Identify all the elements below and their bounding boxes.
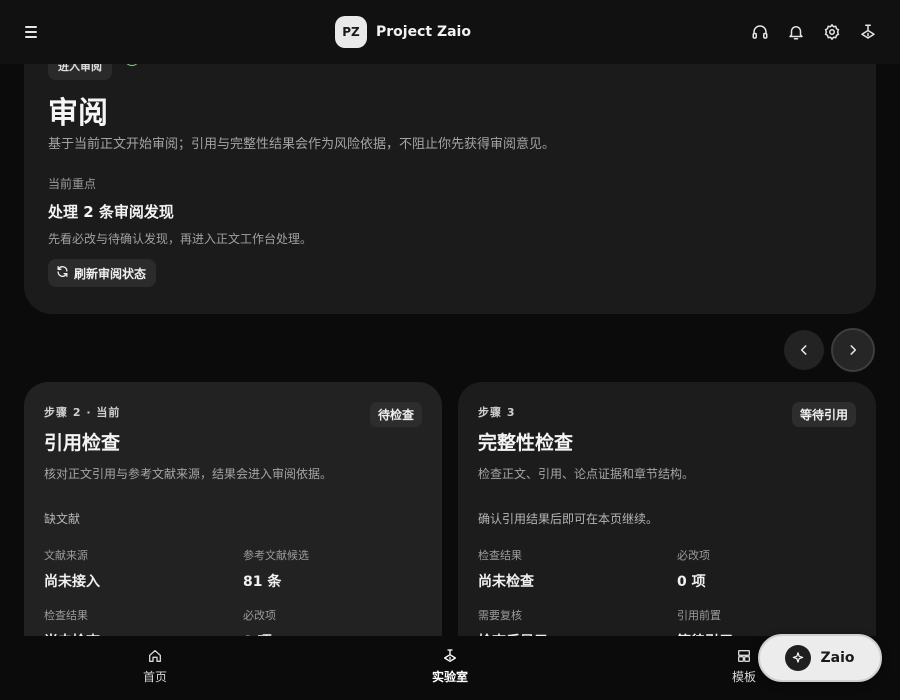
headset-icon[interactable] [750, 22, 770, 42]
stat-candidates: 参考文献候选 81 条 [243, 547, 423, 591]
stat-label: 必改项 [677, 549, 710, 562]
focus-title: 处理 2 条审阅发现 [48, 203, 174, 221]
stat-value: 尚未检查 [478, 574, 534, 590]
zaio-label: Zaio [820, 650, 855, 666]
stat-label: 需要复核 [478, 609, 522, 622]
carousel-next-button[interactable] [831, 328, 875, 372]
step-description: 检查正文、引用、论点证据和章节结构。 [478, 467, 695, 481]
project-avatar: PZ [335, 16, 367, 48]
menu-icon[interactable] [22, 22, 42, 42]
status-badge: 等待引用 [791, 402, 856, 427]
sparkle-icon [785, 645, 812, 671]
carousel-prev-button[interactable] [784, 330, 824, 370]
stat-result: 检查结果 尚未检查 [478, 547, 677, 591]
project-switcher[interactable]: PZ Project Zaio [335, 16, 471, 48]
top-bar: PZ Project Zaio [0, 0, 900, 64]
nav-label: 模板 [731, 670, 756, 684]
chevron-right-icon [850, 345, 857, 355]
step-title: 引用检查 [44, 432, 121, 454]
stat-value: 81 条 [243, 574, 282, 590]
stat-label: 引用前置 [677, 609, 721, 622]
page-title: 审阅 [48, 96, 108, 131]
stat-label: 文献来源 [44, 549, 88, 562]
zaio-assistant-button[interactable]: Zaio [758, 634, 882, 682]
layout-icon [738, 650, 750, 662]
nav-home[interactable]: 首页 [115, 648, 195, 685]
stat-label: 检查结果 [478, 549, 522, 562]
status-badge: 待检查 [369, 402, 422, 427]
nav-label: 实验室 [431, 670, 468, 684]
bell-icon[interactable] [786, 22, 806, 42]
header-actions [750, 22, 878, 42]
step-description: 核对正文引用与参考文献来源，结果会进入审阅依据。 [44, 467, 333, 481]
chevron-left-icon [800, 345, 807, 355]
stat-label: 必改项 [243, 609, 276, 622]
refresh-label: 刷新审阅状态 [74, 266, 147, 281]
nav-lab[interactable]: 实验室 [410, 648, 490, 685]
nav-label: 首页 [142, 670, 167, 684]
lab-flask-icon[interactable] [858, 22, 878, 42]
step-card-citation[interactable]: 步骤 2 · 当前 待检查 引用检查 核对正文引用与参考文献来源，结果会进入审阅… [24, 382, 442, 672]
step-title: 完整性检查 [478, 432, 574, 454]
step-note: 确认引用结果后即可在本页继续。 [478, 512, 659, 526]
stat-source: 文献来源 尚未接入 [44, 547, 243, 591]
refresh-icon [56, 265, 69, 281]
step-label: 步骤 3 [478, 406, 516, 419]
focus-description: 先看必改与待确认发现，再进入正文工作台处理。 [48, 232, 313, 246]
stat-label: 参考文献候选 [243, 549, 309, 562]
stat-value: 0 项 [677, 574, 706, 590]
focus-label: 当前重点 [48, 177, 97, 191]
stat-label: 检查结果 [44, 609, 88, 622]
review-hero-card: 进入审阅 审阅 基于当前正文开始审阅；引用与完整性结果会作为风险依据，不阻止你先… [24, 20, 876, 314]
lab-flask-icon [444, 649, 456, 662]
stat-value: 尚未接入 [44, 574, 100, 590]
step-card-completeness[interactable]: 步骤 3 等待引用 完整性检查 检查正文、引用、论点证据和章节结构。 确认引用结… [458, 382, 876, 672]
hero-description: 基于当前正文开始审阅；引用与完整性结果会作为风险依据，不阻止你先获得审阅意见。 [48, 137, 556, 152]
step-label: 步骤 2 · 当前 [44, 406, 121, 419]
refresh-review-button[interactable]: 刷新审阅状态 [48, 259, 157, 287]
home-icon [149, 650, 161, 662]
stat-required: 必改项 0 项 [677, 547, 857, 591]
step-note: 缺文献 [44, 512, 81, 526]
gear-icon[interactable] [822, 22, 842, 42]
project-name: Project Zaio [376, 24, 471, 40]
